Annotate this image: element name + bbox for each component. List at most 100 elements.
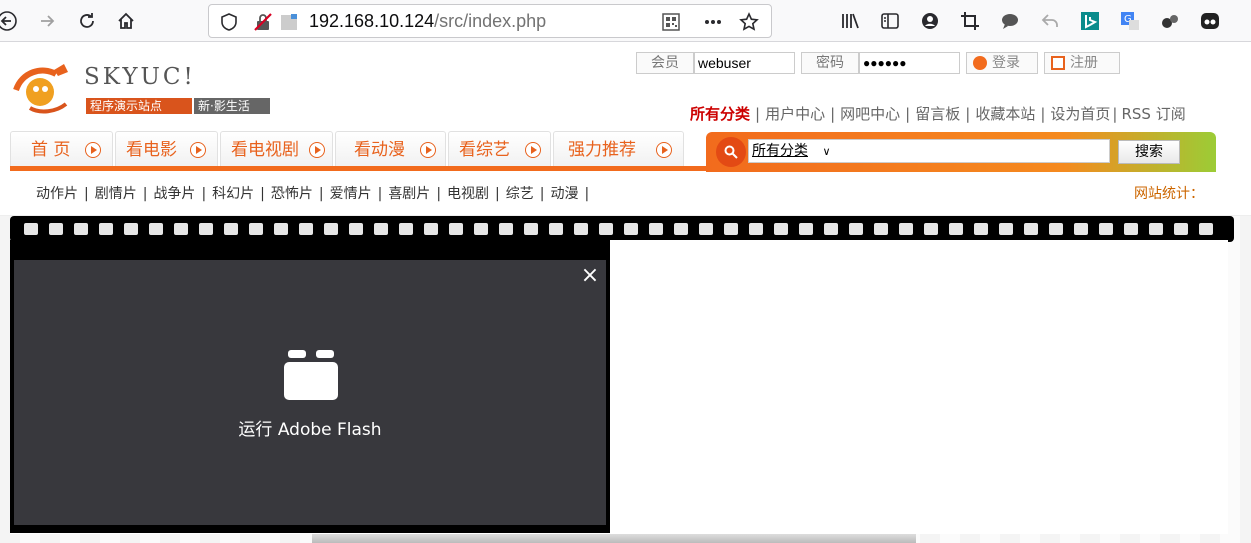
film-strip-holes bbox=[24, 223, 1224, 235]
category-link[interactable]: 恐怖片 bbox=[271, 186, 313, 202]
category-list: 动作片 | 剧情片 | 战争片 | 科幻片 | 恐怖片 | 爱情片 | 喜剧片 | 电视剧 | 综艺 | 动漫 | bbox=[36, 186, 590, 202]
film-hole bbox=[124, 223, 138, 235]
run-flash-label[interactable]: 运行 Adobe Flash bbox=[14, 415, 606, 440]
film-hole bbox=[49, 223, 63, 235]
site-header: SKYUC! 程序演示站点 新·影生活 会员 webuser 密码 ●●●●●●… bbox=[0, 42, 1251, 130]
translate-icon[interactable]: G bbox=[1115, 6, 1145, 36]
category-link[interactable]: 电视剧 bbox=[447, 186, 489, 202]
film-strip-border bbox=[10, 216, 1234, 242]
film-hole bbox=[574, 223, 588, 235]
chat-icon[interactable] bbox=[995, 6, 1025, 36]
reload-icon[interactable] bbox=[72, 6, 102, 36]
bookmark-star-icon[interactable] bbox=[739, 12, 759, 32]
login-button-label: 登录 bbox=[992, 55, 1020, 71]
flash-player: × 运行 Adobe Flash bbox=[10, 240, 610, 533]
film-hole bbox=[624, 223, 638, 235]
login-button[interactable]: 登录 bbox=[966, 52, 1038, 74]
undo-icon[interactable] bbox=[1035, 6, 1065, 36]
link-netcafe-center[interactable]: 网吧中心 bbox=[840, 105, 900, 123]
addon-icon[interactable] bbox=[1195, 6, 1225, 36]
category-link[interactable]: 喜剧片 bbox=[388, 186, 430, 202]
member-input[interactable]: webuser bbox=[694, 52, 795, 74]
category-link[interactable]: 动作片 bbox=[36, 186, 78, 202]
logo-tagline-1: 程序演示站点 bbox=[86, 98, 192, 114]
password-label: 密码 bbox=[801, 52, 859, 74]
film-hole bbox=[174, 223, 188, 235]
arrow-right-icon bbox=[85, 142, 101, 158]
library-icon[interactable] bbox=[835, 6, 865, 36]
film-hole bbox=[424, 223, 438, 235]
page-content: SKYUC! 程序演示站点 新·影生活 会员 webuser 密码 ●●●●●●… bbox=[0, 42, 1251, 543]
film-hole bbox=[324, 223, 338, 235]
flash-placeholder[interactable]: × 运行 Adobe Flash bbox=[14, 260, 606, 525]
account-icon[interactable] bbox=[915, 6, 945, 36]
tab-recommended[interactable]: 强力推荐 bbox=[553, 131, 684, 167]
tab-movies[interactable]: 看电影 bbox=[115, 131, 218, 167]
home-icon[interactable] bbox=[111, 6, 141, 36]
film-hole bbox=[299, 223, 313, 235]
search-category-select[interactable]: 所有分类 ∨ bbox=[748, 139, 1110, 163]
category-link[interactable]: 战争片 bbox=[153, 186, 195, 202]
tab-home[interactable]: 首 页 bbox=[10, 131, 113, 167]
tab-variety[interactable]: 看综艺 bbox=[448, 131, 551, 167]
qr-code-icon[interactable] bbox=[661, 12, 681, 32]
arrow-right-icon bbox=[190, 142, 206, 158]
forward-icon[interactable] bbox=[32, 6, 62, 36]
category-link[interactable]: 爱情片 bbox=[330, 186, 372, 202]
search-bar: 所有分类 ∨ 搜索 bbox=[706, 132, 1216, 172]
arrow-right-icon bbox=[525, 142, 541, 158]
more-icon[interactable] bbox=[703, 12, 723, 32]
link-rss[interactable]: RSS 订阅 bbox=[1121, 105, 1185, 123]
film-hole bbox=[774, 223, 788, 235]
login-icon bbox=[973, 56, 987, 70]
url-bar[interactable]: 192.168.10.124/src/index.php bbox=[208, 4, 772, 38]
link-guestbook[interactable]: 留言板 bbox=[915, 105, 960, 123]
category-link[interactable]: 剧情片 bbox=[95, 186, 137, 202]
link-all-categories[interactable]: 所有分类 bbox=[690, 105, 750, 123]
tab-variety-label: 看综艺 bbox=[459, 140, 510, 160]
logo-tagline-2: 新·影生活 bbox=[194, 98, 270, 114]
category-link[interactable]: 动漫 bbox=[550, 186, 578, 202]
film-hole bbox=[1124, 223, 1138, 235]
site-logo[interactable]: SKYUC! 程序演示站点 新·影生活 bbox=[10, 56, 272, 118]
url-text[interactable]: 192.168.10.124/src/index.php bbox=[309, 11, 546, 32]
back-icon[interactable] bbox=[0, 6, 22, 36]
film-hole bbox=[874, 223, 888, 235]
film-hole bbox=[449, 223, 463, 235]
register-icon bbox=[1051, 56, 1065, 70]
password-input[interactable]: ●●●●●● bbox=[859, 52, 960, 74]
search-icon[interactable] bbox=[716, 137, 746, 167]
film-hole bbox=[799, 223, 813, 235]
link-bookmark-site[interactable]: 收藏本站 bbox=[975, 105, 1035, 123]
search-button[interactable]: 搜索 bbox=[1118, 140, 1180, 164]
browser-window: 192.168.10.124/src/index.php G SKYUC! 程序… bbox=[0, 0, 1251, 543]
link-set-homepage[interactable]: 设为首页 bbox=[1050, 105, 1110, 123]
film-hole bbox=[849, 223, 863, 235]
search-category-value: 所有分类 bbox=[752, 143, 808, 159]
close-icon[interactable]: × bbox=[580, 265, 600, 287]
tab-tv-label: 看电视剧 bbox=[231, 140, 299, 160]
tab-tv[interactable]: 看电视剧 bbox=[220, 131, 333, 167]
scroll-shadow bbox=[312, 534, 916, 543]
film-hole bbox=[474, 223, 488, 235]
film-hole bbox=[699, 223, 713, 235]
insecure-lock-icon[interactable] bbox=[253, 12, 273, 32]
sidebar-icon[interactable] bbox=[875, 6, 905, 36]
screenshot-icon[interactable] bbox=[955, 6, 985, 36]
register-button[interactable]: 注册 bbox=[1044, 52, 1120, 74]
tab-anime[interactable]: 看动漫 bbox=[335, 131, 446, 167]
category-link[interactable]: 综艺 bbox=[506, 186, 534, 202]
extension-icon[interactable] bbox=[1155, 6, 1185, 36]
shield-icon[interactable] bbox=[219, 12, 239, 32]
category-link[interactable]: 科幻片 bbox=[212, 186, 254, 202]
film-hole bbox=[599, 223, 613, 235]
film-reel-logo-icon bbox=[13, 64, 68, 114]
site-stats-label: 网站统计： bbox=[1134, 186, 1204, 202]
plugin-icon bbox=[284, 350, 338, 400]
link-user-center[interactable]: 用户中心 bbox=[765, 105, 825, 123]
film-hole bbox=[824, 223, 838, 235]
film-hole bbox=[749, 223, 763, 235]
bing-icon[interactable] bbox=[1075, 6, 1105, 36]
film-hole bbox=[349, 223, 363, 235]
arrow-right-icon bbox=[420, 142, 436, 158]
